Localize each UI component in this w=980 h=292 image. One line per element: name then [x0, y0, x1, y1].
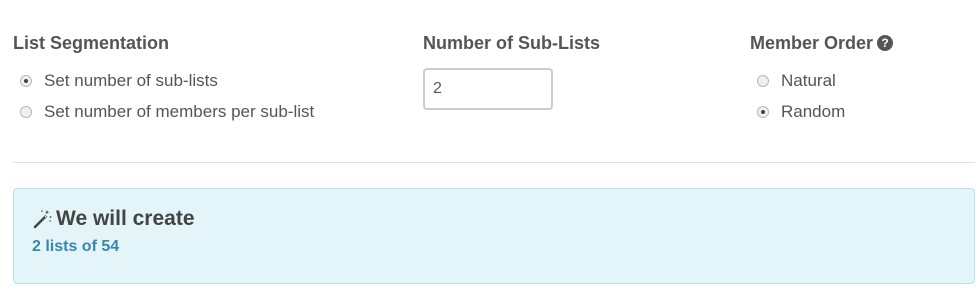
- segmentation-option-label: Set number of members per sub-list: [44, 101, 315, 121]
- result-title: We will create: [32, 205, 195, 233]
- member-order-label: Member Order ?: [750, 30, 894, 56]
- result-panel: We will create 2 lists of 54: [13, 188, 975, 284]
- number-of-sublists-label: Number of Sub-Lists: [423, 33, 601, 53]
- number-of-sublists-input[interactable]: [423, 68, 553, 110]
- segmentation-options: Set number of sub-lists Set number of me…: [13, 65, 314, 127]
- radio-button[interactable]: [757, 74, 769, 87]
- list-segmentation-label: List Segmentation: [13, 33, 170, 53]
- result-title-text: We will create: [56, 207, 195, 230]
- member-order-option-label: Natural: [781, 70, 836, 90]
- radio-button-selected[interactable]: [20, 74, 32, 87]
- segmentation-option-number-of-sublists[interactable]: Set number of sub-lists: [13, 65, 314, 96]
- radio-button-selected[interactable]: [757, 105, 769, 118]
- member-order-options: Natural Random: [750, 65, 893, 127]
- question-circle-icon[interactable]: ?: [877, 35, 894, 51]
- radio-button[interactable]: [20, 105, 32, 118]
- member-order-label-text: Member Order: [750, 33, 874, 53]
- list-segmentation-group: List Segmentation Set number of sub-list…: [13, 30, 314, 127]
- member-order-option-random[interactable]: Random: [750, 96, 893, 127]
- member-order-option-label: Random: [781, 101, 846, 121]
- member-order-option-natural[interactable]: Natural: [750, 65, 893, 96]
- segmentation-option-members-per-sublist[interactable]: Set number of members per sub-list: [13, 96, 314, 127]
- segmentation-option-label: Set number of sub-lists: [44, 70, 218, 90]
- number-of-sublists-group: Number of Sub-Lists: [423, 30, 600, 110]
- result-detail: 2 lists of 54: [32, 238, 120, 255]
- magic-wand-icon: [33, 210, 52, 229]
- section-divider: [13, 162, 975, 163]
- member-order-group: Member Order ? Natural Random: [750, 30, 894, 127]
